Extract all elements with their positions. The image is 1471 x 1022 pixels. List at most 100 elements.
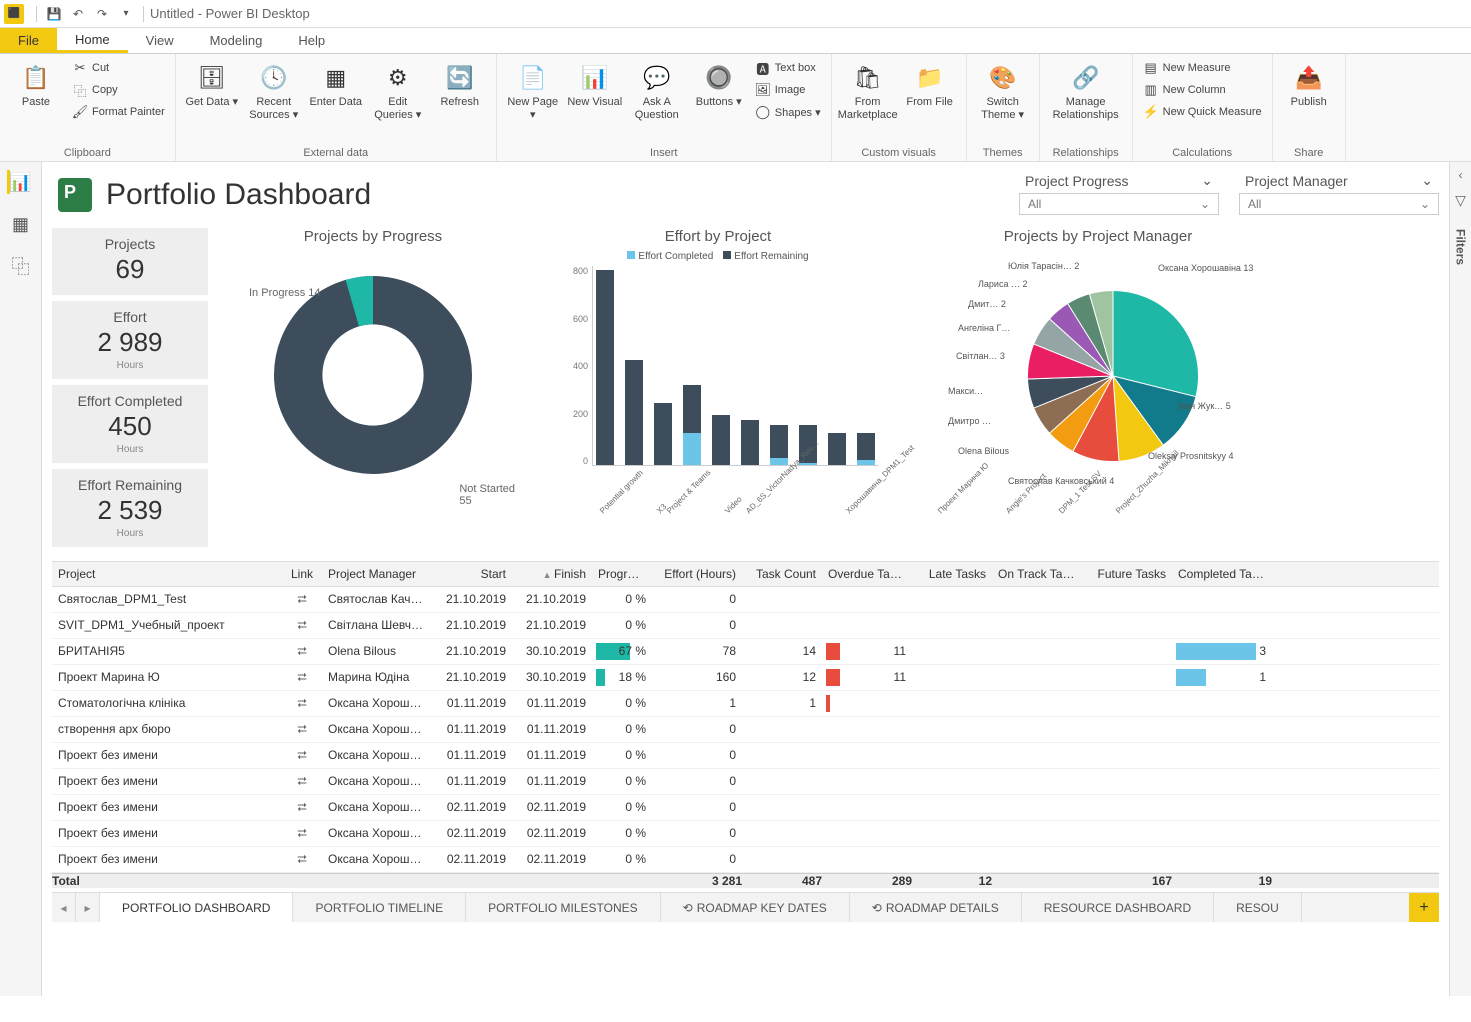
page-tab-portfolio-milestones[interactable]: PORTFOLIO MILESTONES	[466, 893, 661, 922]
tab-modeling[interactable]: Modeling	[192, 28, 281, 53]
refresh-button[interactable]: 🔄Refresh	[432, 58, 488, 109]
link-icon[interactable]: ⮂	[297, 592, 307, 606]
recent-sources-button[interactable]: 🕓Recent Sources ▾	[246, 58, 302, 121]
table-row[interactable]: Проект без имени⮂Оксана Хороша…01.11.201…	[52, 743, 1439, 769]
page-tab-portfolio-timeline[interactable]: PORTFOLIO TIMELINE	[293, 893, 466, 922]
slicer-project-progress[interactable]: Project Progress⌄ All⌄	[1019, 168, 1219, 215]
slicer-progress-dropdown[interactable]: All⌄	[1019, 193, 1219, 215]
page-tab-resource-more[interactable]: RESOU	[1214, 893, 1302, 922]
add-page-button[interactable]: +	[1409, 893, 1439, 922]
col-effort[interactable]: Effort (Hours)	[652, 562, 742, 586]
kpi-effort[interactable]: Effort 2 989 Hours	[52, 301, 208, 379]
table-row[interactable]: Святослав_DPM1_Test⮂Святослав Кач…21.10.…	[52, 587, 1439, 613]
col-completed[interactable]: Completed Tasks	[1172, 562, 1272, 586]
table-row[interactable]: Проект без имени⮂Оксана Хороша…02.11.201…	[52, 821, 1439, 847]
kpi-effort-completed[interactable]: Effort Completed 450 Hours	[52, 385, 208, 463]
col-overdue[interactable]: Overdue Tasks	[822, 562, 912, 586]
bar-column[interactable]	[622, 360, 645, 465]
format-painter-button[interactable]: 🖌Format Painter	[70, 102, 167, 122]
col-progress[interactable]: Progress	[592, 562, 652, 586]
cell-link[interactable]: ⮂	[282, 847, 322, 872]
new-measure-button[interactable]: ▤New Measure	[1141, 58, 1264, 78]
cell-link[interactable]: ⮂	[282, 795, 322, 820]
bar-column[interactable]	[768, 425, 791, 465]
edit-queries-button[interactable]: ⚙Edit Queries ▾	[370, 58, 426, 121]
slicer-pm-dropdown[interactable]: All⌄	[1239, 193, 1439, 215]
col-link[interactable]: Link	[282, 562, 322, 586]
col-late[interactable]: Late Tasks	[912, 562, 992, 586]
bar-column[interactable]	[826, 433, 849, 466]
qat-dropdown-icon[interactable]: ▾	[115, 3, 137, 25]
cell-link[interactable]: ⮂	[282, 665, 322, 690]
cut-button[interactable]: ✂Cut	[70, 58, 167, 78]
table-row[interactable]: БРИТАНІЯ5⮂Olena Bilous21.10.201930.10.20…	[52, 639, 1439, 665]
copy-button[interactable]: ⿻Copy	[70, 80, 167, 100]
col-pm[interactable]: Project Manager	[322, 562, 432, 586]
page-tab-roadmap-details[interactable]: ⟲ROADMAP DETAILS	[850, 893, 1022, 922]
from-file-button[interactable]: 📁From File	[902, 58, 958, 109]
cell-link[interactable]: ⮂	[282, 691, 322, 716]
report-canvas[interactable]: Project Progress⌄ All⌄ Project Manager⌄ …	[42, 162, 1449, 996]
cell-link[interactable]: ⮂	[282, 769, 322, 794]
enter-data-button[interactable]: ▦Enter Data	[308, 58, 364, 109]
link-icon[interactable]: ⮂	[297, 618, 307, 632]
chart-projects-by-pm[interactable]: Projects by Project Manager Оксана Хорош…	[908, 228, 1288, 547]
report-view-icon[interactable]: 📊	[7, 170, 31, 194]
chevron-left-icon[interactable]: ‹	[1459, 168, 1463, 182]
redo-icon[interactable]: ↷	[91, 3, 113, 25]
page-tab-resource-dashboard[interactable]: RESOURCE DASHBOARD	[1022, 893, 1214, 922]
tab-home[interactable]: Home	[57, 28, 128, 53]
bar-column[interactable]	[738, 420, 761, 465]
cell-link[interactable]: ⮂	[282, 717, 322, 742]
slicer-project-manager[interactable]: Project Manager⌄ All⌄	[1239, 168, 1439, 215]
new-page-button[interactable]: 📄New Page ▾	[505, 58, 561, 121]
shapes-button[interactable]: ◯Shapes ▾	[753, 102, 823, 122]
col-ontrack[interactable]: On Track Tasks	[992, 562, 1082, 586]
kpi-projects[interactable]: Projects 69	[52, 228, 208, 295]
link-icon[interactable]: ⮂	[297, 670, 307, 684]
col-taskcount[interactable]: Task Count	[742, 562, 822, 586]
link-icon[interactable]: ⮂	[297, 748, 307, 762]
image-button[interactable]: 🖼Image	[753, 80, 823, 100]
link-icon[interactable]: ⮂	[297, 722, 307, 736]
chart-effort-by-project[interactable]: Effort by Project Effort Completed Effor…	[538, 228, 898, 547]
data-view-icon[interactable]: ▦	[9, 212, 33, 236]
bar-column[interactable]	[855, 433, 878, 466]
filters-pane-collapsed[interactable]: ‹ ▽ Filters	[1449, 162, 1471, 996]
textbox-button[interactable]: 🅰Text box	[753, 58, 823, 78]
new-column-button[interactable]: ▥New Column	[1141, 80, 1264, 100]
manage-relationships-button[interactable]: 🔗Manage Relationships	[1048, 58, 1124, 121]
bar-column[interactable]	[651, 403, 674, 466]
tab-help[interactable]: Help	[280, 28, 343, 53]
link-icon[interactable]: ⮂	[297, 800, 307, 814]
save-icon[interactable]: 💾	[43, 3, 65, 25]
cell-link[interactable]: ⮂	[282, 587, 322, 612]
buttons-button[interactable]: 🔘Buttons ▾	[691, 58, 747, 109]
link-icon[interactable]: ⮂	[297, 852, 307, 866]
col-project[interactable]: Project	[52, 562, 282, 586]
cell-link[interactable]: ⮂	[282, 821, 322, 846]
col-future[interactable]: Future Tasks	[1082, 562, 1172, 586]
page-prev-icon[interactable]: ◂	[52, 893, 76, 922]
tab-view[interactable]: View	[128, 28, 192, 53]
tab-file[interactable]: File	[0, 28, 57, 53]
bar-column[interactable]	[593, 270, 616, 465]
publish-button[interactable]: 📤Publish	[1281, 58, 1337, 109]
new-quick-measure-button[interactable]: ⚡New Quick Measure	[1141, 102, 1264, 122]
get-data-button[interactable]: 🗄Get Data ▾	[184, 58, 240, 109]
link-icon[interactable]: ⮂	[297, 826, 307, 840]
link-icon[interactable]: ⮂	[297, 696, 307, 710]
cell-link[interactable]: ⮂	[282, 743, 322, 768]
from-marketplace-button[interactable]: 🛍From Marketplace	[840, 58, 896, 121]
table-row[interactable]: Проект без имени⮂Оксана Хороша…02.11.201…	[52, 795, 1439, 821]
table-row[interactable]: створення арх бюро⮂Оксана Хороша…01.11.2…	[52, 717, 1439, 743]
table-row[interactable]: Проект без имени⮂Оксана Хороша…02.11.201…	[52, 847, 1439, 873]
model-view-icon[interactable]: ⿻	[9, 254, 33, 278]
page-tab-roadmap-key-dates[interactable]: ⟲ROADMAP KEY DATES	[661, 893, 850, 922]
cell-link[interactable]: ⮂	[282, 613, 322, 638]
chevron-down-icon[interactable]: ⌄	[1201, 172, 1213, 189]
cell-link[interactable]: ⮂	[282, 639, 322, 664]
paste-button[interactable]: 📋 Paste	[8, 58, 64, 109]
table-row[interactable]: Проект без имени⮂Оксана Хороша…01.11.201…	[52, 769, 1439, 795]
link-icon[interactable]: ⮂	[297, 644, 307, 658]
